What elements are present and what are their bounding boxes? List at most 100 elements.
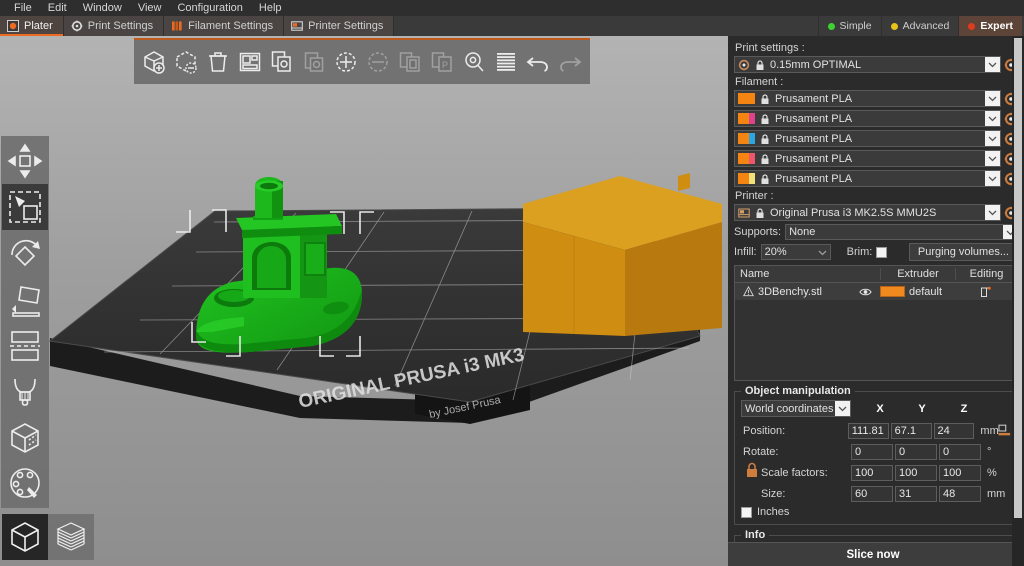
position-x-input[interactable]: 111.81 [848,423,889,439]
paste-icon [298,42,330,82]
mode-expert[interactable]: Expert [958,16,1022,36]
uniform-scale-lock-icon[interactable] [745,462,759,478]
chevron-down-icon[interactable] [985,57,1000,72]
printer-combo[interactable]: Original Prusa i3 MK2.5S MMU2S [734,204,1001,221]
tab-bar: Plater Print Settings Filament Settings [0,16,1024,36]
tab-print-settings[interactable]: Print Settings [64,16,164,36]
chevron-down-icon[interactable] [985,91,1000,106]
purging-volumes-button[interactable]: Purging volumes... [909,243,1018,261]
menu-item-edit[interactable]: Edit [40,0,75,16]
mode-advanced[interactable]: Advanced [881,16,959,36]
filament-combo-1[interactable]: Prusament PLA [734,90,1001,107]
undo-icon[interactable] [522,42,554,82]
infill-label: Infill: [734,246,757,258]
print-settings-row: 0.15mm OPTIMAL [734,56,1018,73]
filament-row-3: Prusament PLA [734,130,1018,147]
search-icon[interactable] [458,42,490,82]
scale-tool-icon[interactable] [2,184,48,230]
filament-combo-2[interactable]: Prusament PLA [734,110,1001,127]
arrange-icon[interactable] [234,42,266,82]
mmu-paint-tool-icon[interactable] [2,460,48,506]
support-paint-tool-icon[interactable] [2,368,48,414]
menu-item-view[interactable]: View [130,0,170,16]
delete-selected-icon[interactable] [170,42,202,82]
menu-item-file[interactable]: File [6,0,40,16]
menu-item-help[interactable]: Help [251,0,290,16]
menu-item-window[interactable]: Window [75,0,130,16]
supports-combo[interactable]: None [785,224,1018,240]
table-row[interactable]: 3DBenchy.stl default [735,283,1017,300]
inches-checkbox[interactable] [741,507,752,518]
printer-settings-icon [291,20,303,32]
chevron-down-icon[interactable] [985,171,1000,186]
editing-cell[interactable] [955,286,1017,298]
mode-simple-label: Simple [840,20,872,32]
chevron-down-icon[interactable] [985,151,1000,166]
rotate-row: Rotate: 0 0 0 ° [741,442,1011,461]
preview-view-icon[interactable] [48,514,94,560]
size-x-input[interactable]: 60 [851,486,893,502]
mode-simple[interactable]: Simple [818,16,881,36]
filament-combo-3[interactable]: Prusament PLA [734,130,1001,147]
brim-checkbox[interactable] [876,247,887,258]
scale-row: Scale factors: 100 100 100 % [741,463,1011,482]
tab-plater[interactable]: Plater [0,16,64,36]
add-icon[interactable] [138,42,170,82]
object-manipulation-panel: Object manipulation World coordinates X … [734,391,1018,525]
delete-all-icon[interactable] [202,42,234,82]
rotate-tool-icon[interactable] [2,230,48,276]
object-name-cell[interactable]: 3DBenchy.stl [735,286,850,298]
scale-z-input[interactable]: 100 [939,465,981,481]
variable-layer-height-icon[interactable] [490,42,522,82]
tab-filament-settings[interactable]: Filament Settings [164,16,284,36]
copy-icon[interactable] [266,42,298,82]
slice-now-button[interactable]: Slice now [728,542,1018,566]
rotate-z-input[interactable]: 0 [939,444,981,460]
infill-combo[interactable]: 20% [761,244,831,260]
place-on-face-tool-icon[interactable] [2,276,48,322]
scale-x-input[interactable]: 100 [851,465,893,481]
drop-to-bed-icon[interactable] [998,424,1011,437]
object-manipulation-title: Object manipulation [741,385,855,397]
print-settings-combo[interactable]: 0.15mm OPTIMAL [734,56,1001,73]
3d-scene: ORIGINAL PRUSA i3 MK3 by Josef Prusa [0,36,728,566]
chevron-down-icon[interactable] [835,401,850,416]
filament-combo-4[interactable]: Prusament PLA [734,150,1001,167]
wipe-tower-object[interactable] [523,173,722,336]
coordinate-mode-value: World coordinates [745,403,835,415]
scale-y-input[interactable]: 100 [895,465,937,481]
3d-viewport[interactable]: ORIGINAL PRUSA i3 MK3 by Josef Prusa [0,36,728,566]
viewport-toolbar: P [134,38,590,84]
print-preset-icon [738,59,750,71]
object-list: Name Extruder Editing 3DBenchy.stl [734,265,1018,381]
print-settings-value: 0.15mm OPTIMAL [770,59,981,71]
editor-view-icon[interactable] [2,514,48,560]
move-tool-icon[interactable] [2,138,48,184]
add-instance-icon[interactable] [330,42,362,82]
cut-tool-icon[interactable] [2,322,48,368]
object-list-header: Name Extruder Editing [735,266,1017,283]
menu-item-configuration[interactable]: Configuration [169,0,250,16]
extruder-cell[interactable]: default [880,286,955,298]
size-y-input[interactable]: 31 [895,486,937,502]
rotate-x-input[interactable]: 0 [851,444,893,460]
tab-printer-settings[interactable]: Printer Settings [284,16,394,36]
chevron-down-icon[interactable] [816,245,830,259]
position-y-input[interactable]: 67.1 [891,423,932,439]
coordinate-mode-combo[interactable]: World coordinates [741,400,851,417]
seam-tool-icon[interactable] [2,414,48,460]
filament-combo-5[interactable]: Prusament PLA [734,170,1001,187]
chevron-down-icon[interactable] [985,205,1000,220]
size-z-input[interactable]: 48 [939,486,981,502]
position-z-input[interactable]: 24 [934,423,975,439]
filament-value-4: Prusament PLA [775,153,981,165]
sidebar-scrollbar[interactable] [1012,36,1024,566]
chevron-down-icon[interactable] [985,111,1000,126]
scrollbar-thumb[interactable] [1014,38,1022,518]
column-header-name: Name [735,268,850,280]
rotate-y-input[interactable]: 0 [895,444,937,460]
chevron-down-icon[interactable] [985,131,1000,146]
visibility-cell[interactable] [850,287,880,297]
mode-simple-dot [828,23,835,30]
lock-icon [759,173,771,185]
